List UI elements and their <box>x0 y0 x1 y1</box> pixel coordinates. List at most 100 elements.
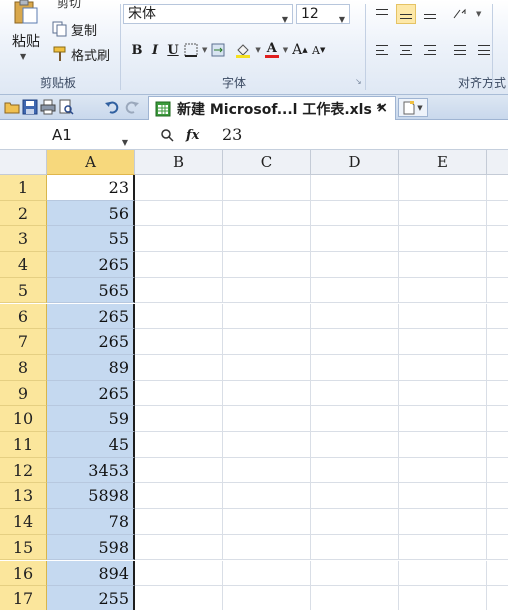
chevron-down-icon[interactable]: ▼ <box>255 46 260 54</box>
cell-b[interactable] <box>135 277 223 304</box>
document-tab[interactable]: 新建 Microsof...l 工作表.xls * × <box>148 96 396 120</box>
bold-button[interactable]: B <box>128 40 146 60</box>
align-left-button[interactable] <box>372 40 392 60</box>
cell-d[interactable] <box>311 432 399 458</box>
cell-c[interactable] <box>223 586 311 610</box>
cell-d[interactable] <box>311 406 399 432</box>
chevron-down-icon[interactable]: ▼ <box>476 10 481 18</box>
cell-e[interactable] <box>399 303 487 330</box>
open-folder-icon[interactable] <box>4 99 20 115</box>
border-button[interactable] <box>182 40 200 60</box>
cell-e[interactable] <box>399 200 487 227</box>
cell-b[interactable] <box>135 457 223 484</box>
column-header-b[interactable]: B <box>135 150 223 175</box>
shrink-font-button[interactable]: A ▼ <box>310 40 328 60</box>
cell-a[interactable]: 894 <box>47 560 135 587</box>
cell-c[interactable] <box>223 277 311 304</box>
cell-a[interactable]: 265 <box>47 252 135 278</box>
row-header[interactable]: 11 <box>0 432 47 458</box>
cell-e[interactable] <box>399 406 487 432</box>
cell-d[interactable] <box>311 226 399 253</box>
cell-f[interactable] <box>487 329 508 355</box>
font-name-select[interactable]: 宋体 ▼ <box>123 4 293 24</box>
cell-f[interactable] <box>487 509 508 535</box>
row-header[interactable]: 17 <box>0 586 47 610</box>
print-icon[interactable] <box>40 99 56 115</box>
row-header[interactable]: 5 <box>0 277 47 304</box>
row-header[interactable]: 1 <box>0 175 47 201</box>
row-header[interactable]: 12 <box>0 457 47 484</box>
column-header-c[interactable]: C <box>223 150 311 175</box>
cell-d[interactable] <box>311 252 399 278</box>
select-all-corner[interactable] <box>0 150 47 175</box>
row-header[interactable]: 14 <box>0 509 47 535</box>
cell-c[interactable] <box>223 329 311 355</box>
cell-e[interactable] <box>399 560 487 587</box>
row-header[interactable]: 7 <box>0 329 47 355</box>
chevron-down-icon[interactable]: ▼ <box>339 11 345 29</box>
cell-a[interactable]: 265 <box>47 303 135 330</box>
row-header[interactable]: 15 <box>0 534 47 561</box>
cell-c[interactable] <box>223 200 311 227</box>
cell-c[interactable] <box>223 175 311 201</box>
align-top-button[interactable] <box>372 4 392 24</box>
cell-c[interactable] <box>223 406 311 432</box>
cell-f[interactable] <box>487 201 508 227</box>
align-center-button[interactable] <box>396 40 416 60</box>
paste-button[interactable]: 粘贴 ▼ <box>4 0 48 70</box>
cell-b[interactable] <box>135 586 223 610</box>
row-header[interactable]: 9 <box>0 380 47 407</box>
row-header[interactable]: 8 <box>0 354 47 381</box>
cell-f[interactable] <box>487 535 508 561</box>
cell-d[interactable] <box>311 483 399 510</box>
cell-b[interactable] <box>135 252 223 278</box>
format-painter-button[interactable]: 格式刷 <box>52 45 110 64</box>
cell-e[interactable] <box>399 509 487 535</box>
cell-c[interactable] <box>223 252 311 278</box>
cell-f[interactable] <box>487 381 508 407</box>
align-right-button[interactable] <box>420 40 440 60</box>
cell-f[interactable] <box>487 586 508 610</box>
cell-e[interactable] <box>399 586 487 610</box>
undo-icon[interactable] <box>104 99 120 115</box>
cell-c[interactable] <box>223 534 311 561</box>
insert-function-button[interactable]: fx <box>186 128 199 143</box>
underline-button[interactable]: U <box>164 40 182 60</box>
cell-f[interactable] <box>487 175 508 201</box>
column-header-e[interactable]: E <box>399 150 487 175</box>
dialog-launcher-icon[interactable]: ↘ <box>355 77 362 86</box>
cell-f[interactable] <box>487 432 508 458</box>
chevron-down-icon[interactable]: ▼ <box>417 104 422 112</box>
cell-a[interactable]: 59 <box>47 406 135 432</box>
cell-e[interactable] <box>399 252 487 278</box>
cell-b[interactable] <box>135 226 223 253</box>
cell-a[interactable]: 55 <box>47 226 135 253</box>
cell-a[interactable]: 265 <box>47 380 135 407</box>
cell-c[interactable] <box>223 303 311 330</box>
cell-c[interactable] <box>223 509 311 535</box>
cell-d[interactable] <box>311 534 399 561</box>
cell-b[interactable] <box>135 200 223 227</box>
row-header[interactable]: 3 <box>0 226 47 253</box>
cell-c[interactable] <box>223 483 311 510</box>
row-header[interactable]: 16 <box>0 560 47 587</box>
cell-f[interactable] <box>487 226 508 253</box>
cell-c[interactable] <box>223 457 311 484</box>
cell-b[interactable] <box>135 406 223 432</box>
cell-b[interactable] <box>135 483 223 510</box>
cell-d[interactable] <box>311 329 399 355</box>
cell-e[interactable] <box>399 226 487 253</box>
cell-a[interactable]: 56 <box>47 200 135 227</box>
row-header[interactable]: 2 <box>0 200 47 227</box>
name-box[interactable]: A1 ▼ <box>0 123 134 147</box>
cell-d[interactable] <box>311 586 399 610</box>
cell-b[interactable] <box>135 534 223 561</box>
cell-b[interactable] <box>135 329 223 355</box>
cell-f[interactable] <box>487 304 508 330</box>
cell-b[interactable] <box>135 303 223 330</box>
active-cell-a1[interactable]: 23 <box>47 175 135 201</box>
cell-f[interactable] <box>487 278 508 304</box>
print-preview-icon[interactable] <box>58 99 74 115</box>
cell-b[interactable] <box>135 509 223 535</box>
cell-f[interactable] <box>487 561 508 587</box>
